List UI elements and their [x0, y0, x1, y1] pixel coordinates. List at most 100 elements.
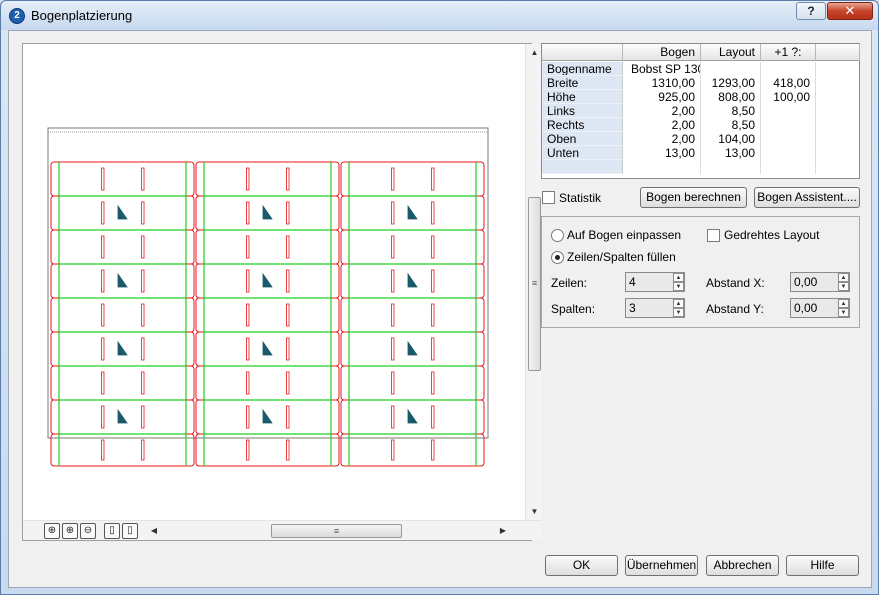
zoom-in-icon[interactable]: ⊕: [62, 523, 78, 539]
uebernehmen-button[interactable]: Übernehmen: [625, 555, 698, 576]
table-cell-extra[interactable]: [761, 118, 816, 132]
table-cell-layout[interactable]: [701, 160, 761, 174]
table-header-layout[interactable]: Layout: [701, 44, 761, 61]
table-cell-bogen[interactable]: 2,00: [623, 132, 701, 146]
table-row-label: Bogenname: [542, 62, 623, 76]
slot-cut: [431, 439, 435, 461]
table-cell-bogen[interactable]: Bobst SP 130: [623, 62, 701, 76]
vertical-scrollbar[interactable]: ▲ ≡ ▼: [525, 44, 542, 520]
hilfe-button[interactable]: Hilfe: [786, 555, 859, 576]
table-cell-extra[interactable]: [761, 62, 816, 76]
dialog-window: 2 Bogenplatzierung ? ✕ ▲ ≡ ▼ ⊕ ⊕ ⊖ ▯ ▯ ◀…: [0, 0, 879, 595]
slot-cut: [431, 337, 435, 361]
spin-down-icon[interactable]: ▼: [838, 308, 849, 317]
abstand-y-spinner[interactable]: 0,00 ▲ ▼: [790, 298, 850, 318]
abbrechen-button[interactable]: Abbrechen: [706, 555, 779, 576]
slot-cut: [141, 405, 145, 429]
gedrehtes-layout-checkbox[interactable]: [707, 229, 720, 242]
table-cell-layout[interactable]: 1293,00: [701, 76, 761, 90]
table-cell-layout[interactable]: 808,00: [701, 90, 761, 104]
ok-button[interactable]: OK: [545, 555, 618, 576]
slot-cut: [101, 235, 105, 259]
table-cell-layout[interactable]: 8,50: [701, 118, 761, 132]
slot-cut: [391, 405, 395, 429]
statistik-label: Statistik: [559, 191, 602, 205]
slot-cut: [286, 439, 290, 461]
table-cell-bogen[interactable]: 2,00: [623, 104, 701, 118]
abstand-x-input[interactable]: 0,00: [791, 273, 837, 291]
table-cell-extra[interactable]: 418,00: [761, 76, 816, 90]
table-cell-layout[interactable]: 8,50: [701, 104, 761, 118]
table-header-plus-one[interactable]: +1 ?:: [761, 44, 816, 61]
spin-down-icon[interactable]: ▼: [673, 308, 684, 317]
bogen-berechnen-button[interactable]: Bogen berechnen: [640, 187, 747, 208]
cut-line-panel: [50, 433, 195, 467]
auf-bogen-einpassen-radio[interactable]: [551, 229, 564, 242]
table-cell-bogen[interactable]: 2,00: [623, 118, 701, 132]
table-cell-bogen[interactable]: 925,00: [623, 90, 701, 104]
slot-cut: [246, 337, 250, 361]
slot-cut: [101, 269, 105, 293]
zeilen-spinner[interactable]: 4 ▲ ▼: [625, 272, 685, 292]
table-cell-extra[interactable]: [761, 160, 816, 174]
table-header-bogen[interactable]: Bogen: [623, 44, 701, 61]
table-cell-layout[interactable]: 104,00: [701, 132, 761, 146]
scroll-down-icon[interactable]: ▼: [526, 503, 543, 520]
zeilen-label: Zeilen:: [551, 276, 588, 290]
title-bar: 2 Bogenplatzierung ? ✕: [1, 1, 878, 30]
zeilen-spalten-fuellen-radio[interactable]: [551, 251, 564, 264]
table-row-label: Breite: [542, 76, 623, 90]
slot-cut: [431, 371, 435, 395]
close-button[interactable]: ✕: [827, 2, 873, 20]
zeilen-input[interactable]: 4: [626, 273, 672, 291]
radio-selected-dot: [555, 255, 560, 260]
spin-down-icon[interactable]: ▼: [838, 282, 849, 291]
spalten-spinner[interactable]: 3 ▲ ▼: [625, 298, 685, 318]
table-cell-bogen[interactable]: 13,00: [623, 146, 701, 160]
slot-cut: [246, 405, 250, 429]
slot-cut: [391, 167, 395, 191]
scroll-right-icon[interactable]: ▶: [496, 522, 510, 539]
horizontal-scroll-thumb[interactable]: ≡: [271, 524, 402, 538]
table-cell-extra[interactable]: [761, 132, 816, 146]
bogen-assistent-button[interactable]: Bogen Assistent....: [754, 187, 860, 208]
table-cell-extra[interactable]: [761, 146, 816, 160]
spalten-input[interactable]: 3: [626, 299, 672, 317]
abstand-x-label: Abstand X:: [706, 276, 765, 290]
spin-up-icon[interactable]: ▲: [838, 299, 849, 308]
sheet-preview-canvas[interactable]: [23, 44, 525, 520]
vertical-scroll-thumb[interactable]: ≡: [528, 197, 541, 371]
slot-cut: [286, 371, 290, 395]
sheet-dimensions-table: Bogen Layout +1 ?: Bogenname Bobst SP 130…: [541, 43, 860, 179]
spalten-label: Spalten:: [551, 302, 596, 316]
abstand-y-input[interactable]: 0,00: [791, 299, 837, 317]
spin-down-icon[interactable]: ▼: [673, 282, 684, 291]
spin-up-icon[interactable]: ▲: [838, 273, 849, 282]
slot-cut: [391, 201, 395, 225]
zoom-fit-icon[interactable]: ⊕: [44, 523, 60, 539]
slot-cut: [141, 303, 145, 327]
zeilen-spalten-fuellen-label: Zeilen/Spalten füllen: [567, 250, 676, 264]
spin-up-icon[interactable]: ▲: [673, 299, 684, 308]
slot-cut: [391, 371, 395, 395]
slot-cut: [246, 439, 250, 461]
table-cell-bogen[interactable]: 1310,00: [623, 76, 701, 90]
slot-cut: [286, 303, 290, 327]
table-cell-extra[interactable]: [761, 104, 816, 118]
abstand-x-spinner[interactable]: 0,00 ▲ ▼: [790, 272, 850, 292]
table-cell-bogen[interactable]: [623, 160, 701, 174]
table-cell-extra[interactable]: 100,00: [761, 90, 816, 104]
spin-up-icon[interactable]: ▲: [673, 273, 684, 282]
slot-cut: [431, 303, 435, 327]
scroll-left-icon[interactable]: ◀: [147, 522, 161, 539]
help-button[interactable]: ?: [796, 2, 826, 20]
window-title: Bogenplatzierung: [31, 8, 133, 23]
table-cell-layout[interactable]: 13,00: [701, 146, 761, 160]
table-cell-layout[interactable]: [701, 62, 761, 76]
page-width-icon[interactable]: ▯: [104, 523, 120, 539]
page-height-icon[interactable]: ▯: [122, 523, 138, 539]
statistik-checkbox[interactable]: [542, 191, 555, 204]
slot-cut: [246, 269, 250, 293]
zoom-out-icon[interactable]: ⊖: [80, 523, 96, 539]
slot-cut: [431, 235, 435, 259]
